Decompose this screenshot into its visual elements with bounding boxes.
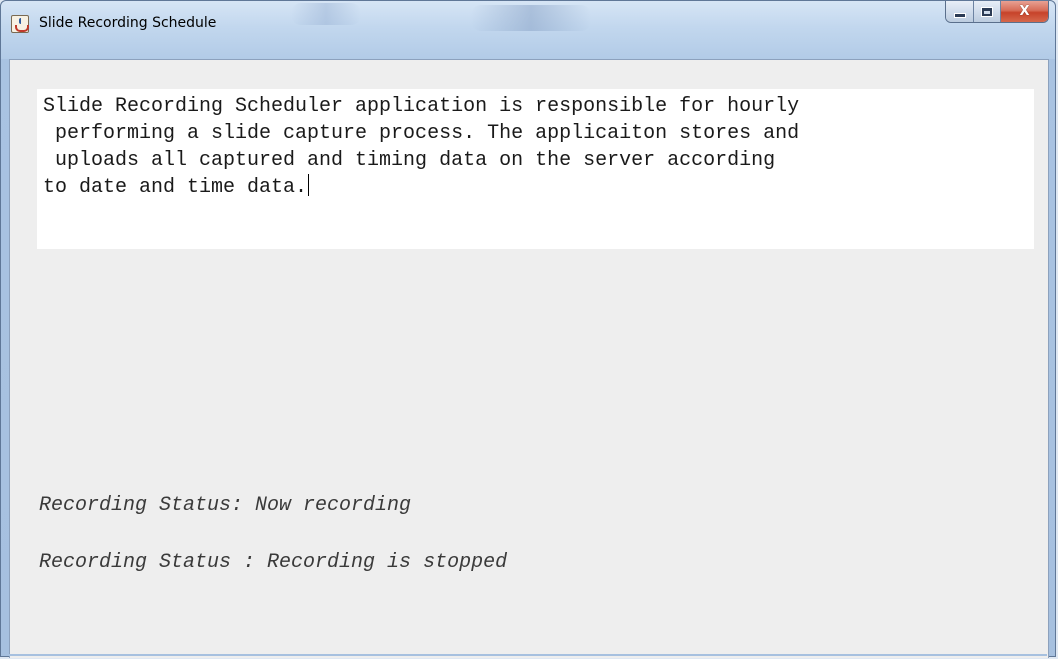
maximize-button[interactable] (974, 1, 1001, 22)
java-cup-icon[interactable] (11, 15, 29, 33)
minimize-icon (953, 12, 966, 18)
description-text-area[interactable]: Slide Recording Scheduler application is… (37, 89, 1034, 249)
window-controls: X (945, 1, 1049, 23)
description-line-1: Slide Recording Scheduler application is… (43, 95, 800, 118)
window-title: Slide Recording Schedule (39, 15, 217, 31)
window-bottom-border (9, 654, 1047, 656)
app-window: Slide Recording Schedule X Slide Recordi… (0, 0, 1056, 658)
title-bar-background-blur (291, 3, 361, 25)
minimize-button[interactable] (946, 1, 974, 22)
recording-status-now: Recording Status: Now recording (39, 494, 412, 517)
description-line-4: to date and time data. (43, 176, 308, 199)
maximize-icon (981, 6, 993, 17)
close-icon: X (1019, 4, 1030, 19)
title-bar[interactable]: Slide Recording Schedule X (1, 1, 1055, 59)
description-line-3: uploads all captured and timing data on … (43, 149, 776, 172)
text-caret (308, 174, 310, 196)
java-cup-icon-part (15, 25, 29, 32)
recording-status-stopped: Recording Status : Recording is stopped (39, 551, 508, 574)
description-line-2: performing a slide capture process. The … (43, 122, 800, 145)
java-steam-icon-part (19, 18, 24, 24)
title-bar-background-blur-2 (471, 5, 591, 31)
close-button[interactable]: X (1001, 1, 1048, 22)
